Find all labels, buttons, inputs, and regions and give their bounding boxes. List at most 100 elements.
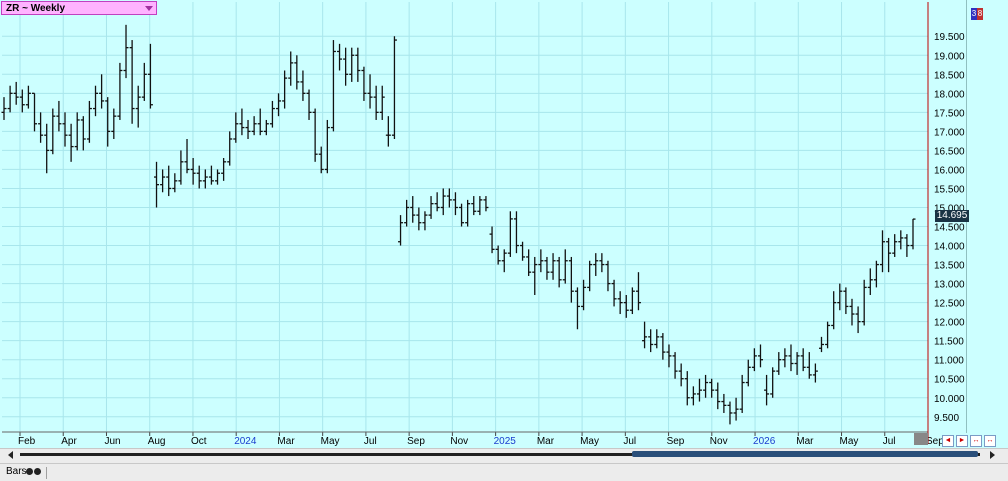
ohlc-bar xyxy=(898,230,904,250)
ohlc-bar xyxy=(550,253,556,280)
ohlc-bar xyxy=(434,192,440,212)
ohlc-bar xyxy=(672,352,678,379)
ohlc-bar xyxy=(562,249,568,284)
ohlc-bar xyxy=(709,378,715,398)
ohlc-bar xyxy=(245,119,251,139)
y-tick-label: 13.500 xyxy=(934,261,965,272)
nav-right-button[interactable]: ► xyxy=(956,435,968,447)
ohlc-bar xyxy=(477,196,483,216)
ohlc-bar xyxy=(123,24,129,79)
ohlc-bar xyxy=(812,363,818,383)
ohlc-bar xyxy=(86,100,92,143)
badge-b: 8 xyxy=(977,8,983,20)
ohlc-bar xyxy=(471,196,477,216)
y-tick-label: 12.500 xyxy=(934,299,965,310)
ohlc-bar xyxy=(141,62,147,101)
ohlc-bar xyxy=(422,211,428,231)
ohlc-bar xyxy=(556,256,562,288)
ohlc-bar xyxy=(330,40,336,132)
x-tick-label: Feb xyxy=(18,436,36,447)
ohlc-bar xyxy=(690,386,696,406)
ohlc-bar xyxy=(599,253,605,273)
ohlc-bar xyxy=(208,165,214,185)
ohlc-bar xyxy=(117,62,123,120)
ohlc-bar xyxy=(190,158,196,185)
axis-shade xyxy=(914,433,928,445)
ohlc-bar xyxy=(495,245,501,265)
zoom-in-button[interactable]: ↔ xyxy=(984,435,996,447)
ohlc-bar xyxy=(1,97,7,120)
ohlc-bar xyxy=(135,85,141,128)
ohlc-bar xyxy=(172,173,178,193)
ohlc-bar xyxy=(721,393,727,413)
chart-type-label[interactable]: Bars xyxy=(6,466,27,477)
ohlc-bar xyxy=(825,321,831,349)
scroll-left-icon[interactable] xyxy=(8,451,13,459)
y-tick-label: 17.000 xyxy=(934,127,965,138)
ohlc-bar xyxy=(166,165,172,197)
ohlc-bar xyxy=(745,359,751,387)
y-tick-label: 14.000 xyxy=(934,242,965,253)
x-tick-label: Aug xyxy=(148,436,166,447)
ohlc-bar xyxy=(178,150,184,185)
price-chart[interactable]: 19.500 19.000 18.500 18.000 17.500 17.000 16.5… xyxy=(0,0,1008,448)
ohlc-bar xyxy=(782,348,788,368)
ohlc-bar xyxy=(727,401,733,425)
ohlc-bar xyxy=(770,367,776,398)
x-tick-label: Mar xyxy=(796,436,814,447)
ohlc-bar xyxy=(56,100,62,132)
nav-left-button[interactable]: ◄ xyxy=(942,435,954,447)
x-tick-label: Jul xyxy=(364,436,377,447)
ohlc-bar xyxy=(629,287,635,315)
ohlc-bar xyxy=(367,74,373,109)
y-tick-label: 10.500 xyxy=(934,375,965,386)
ohlc-bar xyxy=(349,47,355,82)
scroll-thumb[interactable] xyxy=(632,451,978,457)
horizontal-scrollbar[interactable] xyxy=(0,448,1008,463)
ohlc-bar xyxy=(68,123,74,162)
x-tick-label: Mar xyxy=(537,436,555,447)
ohlc-bar xyxy=(227,131,233,166)
zoom-out-button[interactable]: ↔ xyxy=(970,435,982,447)
ohlc-bar xyxy=(288,51,294,86)
ohlc-bar xyxy=(99,74,105,109)
x-tick-label: 2026 xyxy=(753,436,776,447)
ohlc-bar xyxy=(215,169,221,185)
x-tick-label: Nov xyxy=(710,436,728,447)
y-tick-label: 19.000 xyxy=(934,51,965,62)
ohlc-bar xyxy=(532,256,538,296)
ohlc-bar xyxy=(910,218,916,250)
last-price-tag: 14.695 xyxy=(935,210,969,222)
ohlc-bar xyxy=(129,40,135,124)
y-tick-label: 18.000 xyxy=(934,89,965,100)
y-tick-label: 18.500 xyxy=(934,70,965,81)
ohlc-bar xyxy=(398,215,404,246)
ohlc-bar xyxy=(263,119,269,136)
ohlc-bar xyxy=(568,256,574,303)
x-tick-label: Apr xyxy=(61,436,77,447)
ohlc-bar xyxy=(544,256,550,280)
x-tick-label: May xyxy=(580,436,599,447)
x-tick-label: Oct xyxy=(191,436,207,447)
y-tick-label: 11.500 xyxy=(934,337,964,348)
chart-type-icon[interactable] xyxy=(26,468,41,475)
ohlc-bar xyxy=(684,371,690,406)
ohlc-bar xyxy=(660,333,666,360)
ohlc-bar xyxy=(446,188,452,208)
chevron-down-icon xyxy=(145,6,153,11)
status-bar: Bars xyxy=(0,463,1008,481)
ohlc-bar xyxy=(587,260,593,292)
ohlc-bar xyxy=(105,97,111,147)
ohlc-bar xyxy=(93,85,99,117)
ohlc-bar xyxy=(25,85,31,109)
scroll-right-icon[interactable] xyxy=(990,451,995,459)
ohlc-bar xyxy=(507,211,513,257)
symbol-title-dropdown[interactable]: ZR ~ Weekly xyxy=(1,1,157,15)
indicator-badge[interactable]: 3 8 xyxy=(971,8,983,20)
ohlc-bar xyxy=(757,344,763,368)
x-tick-label: 2024 xyxy=(234,436,257,447)
ohlc-bar xyxy=(831,291,837,330)
ohlc-bar xyxy=(715,382,721,410)
ohlc-bar xyxy=(678,363,684,387)
ohlc-bar xyxy=(764,374,770,406)
